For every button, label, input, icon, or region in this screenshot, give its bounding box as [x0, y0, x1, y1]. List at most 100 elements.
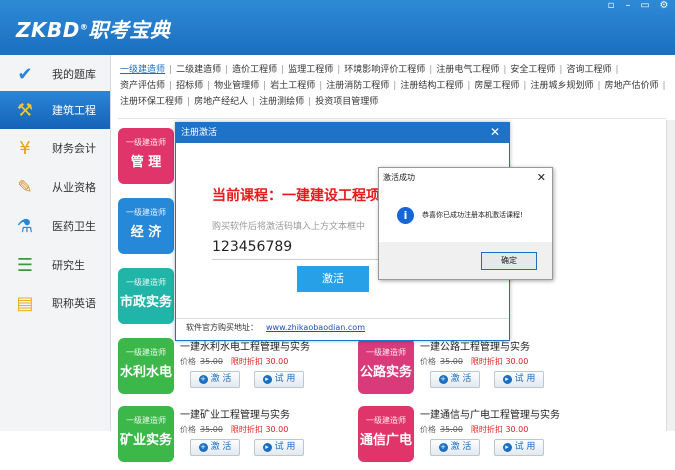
activate-card-button[interactable]: +激 活 — [430, 371, 480, 388]
course-card[interactable]: 一级建造师 通信广电 一建通信与广电工程管理与实务 价格 35.00 限时折扣 30.00… — [358, 406, 598, 470]
play-icon: ▸ — [502, 443, 512, 452]
activate-card-button[interactable]: +激 活 — [190, 439, 240, 456]
nav-separator: | — [559, 65, 563, 75]
course-card[interactable]: 一级建造师 公路实务 一建公路工程管理与实务 价格 35.00 限时折扣 30.00 + 激 … — [358, 338, 598, 402]
site-link[interactable]: www.zhikaobaodian.com — [266, 323, 365, 332]
scrollbar[interactable] — [666, 120, 675, 431]
course-card[interactable]: 一级建造师 矿业实务 一建矿业工程管理与实务 价格 35.00 限时折扣 30.00 + 激 … — [118, 406, 358, 470]
nav-separator: | — [615, 65, 619, 75]
sidebar-item-label: 研究生 — [52, 259, 85, 272]
settings-icon[interactable]: ⚙ — [654, 0, 674, 14]
dialog-footer: 软件官方购买地址： www.zhikaobaodian.com — [176, 318, 509, 341]
nav-separator: | — [467, 81, 471, 91]
activation-code-input[interactable]: 123456789 — [212, 235, 382, 260]
activate-card-button[interactable]: +激 活 — [190, 371, 240, 388]
old-price: 35.00 — [200, 357, 223, 366]
trial-button[interactable]: ▸试 用 — [254, 439, 304, 456]
trial-button[interactable]: ▸试 用 — [254, 371, 304, 388]
skin-icon[interactable]: ▫ — [603, 0, 619, 14]
nav-separator: | — [187, 97, 191, 107]
sidebar-item-medical[interactable]: ⚗ 医药卫生 — [0, 207, 110, 245]
site-label: 软件官方购买地址： — [186, 323, 258, 332]
discount-label: 限时折扣 — [470, 357, 503, 366]
nav-link[interactable]: 注册消防工程师 — [326, 81, 389, 91]
ok-button[interactable]: 确定 — [481, 252, 537, 270]
badge-subject: 管 理 — [130, 155, 162, 170]
app-logo: ZKBD®职考宝典 — [16, 18, 171, 42]
nav-separator: | — [169, 65, 173, 75]
price-label: 价格 — [180, 425, 196, 434]
notebook-icon: ▤ — [16, 292, 34, 314]
nav-link[interactable]: 注册测绘师 — [259, 97, 304, 107]
old-price: 35.00 — [440, 425, 463, 434]
sidebar-item-label: 从业资格 — [52, 181, 96, 194]
nav-separator: | — [308, 97, 312, 107]
nav-link[interactable]: 注册电气工程师 — [436, 65, 499, 75]
sidebar-item-graduate[interactable]: ☰ 研究生 — [0, 246, 110, 284]
sidebar-item-construction[interactable]: ⚒ 建筑工程 — [0, 91, 110, 129]
nav-link[interactable]: 房地产经纪人 — [194, 97, 248, 107]
activate-card-button[interactable]: +激 活 — [430, 439, 480, 456]
nav-link[interactable]: 注册城乡规划师 — [530, 81, 593, 91]
nav-separator: | — [337, 65, 341, 75]
sidebar-item-label: 医药卫生 — [52, 220, 96, 233]
button-label: 激 活 — [210, 442, 232, 452]
message-titlebar: 激活成功 ✕ — [379, 168, 552, 188]
nav-link[interactable]: 招标师 — [176, 81, 203, 91]
nav-link[interactable]: 造价工程师 — [232, 65, 277, 75]
course-badge: 一级建造师 公路实务 — [358, 338, 414, 394]
old-price: 35.00 — [440, 357, 463, 366]
course-title[interactable]: 一建矿业工程管理与实务 — [180, 406, 290, 421]
discount-label: 限时折扣 — [230, 357, 263, 366]
discount-label: 限时折扣 — [470, 425, 503, 434]
nav-link[interactable]: 物业管理师 — [214, 81, 259, 91]
maximize-button[interactable]: ▭ — [637, 0, 653, 14]
message-text: 恭喜你已成功注册本机激活课程! — [422, 211, 523, 219]
sidebar-item-label: 我的题库 — [52, 68, 96, 81]
discount-price: 30.00 — [505, 357, 529, 366]
nav-separator: | — [207, 81, 211, 91]
nav-link[interactable]: 房地产估价师 — [605, 81, 659, 91]
divider — [118, 118, 666, 119]
button-label: 激 活 — [450, 374, 472, 384]
badge-subject: 经 济 — [130, 225, 162, 240]
nav-link[interactable]: 一级建造师 — [120, 65, 165, 75]
close-icon[interactable]: ✕ — [487, 123, 503, 143]
nav-link[interactable]: 房屋工程师 — [474, 81, 519, 91]
nav-link[interactable]: 环境影响评价工程师 — [344, 65, 425, 75]
nav-separator: | — [429, 65, 433, 75]
badge-subject: 通信广电 — [359, 433, 412, 448]
trial-button[interactable]: ▸试 用 — [494, 371, 544, 388]
activate-button[interactable]: 激活 — [297, 266, 369, 292]
sidebar-item-accounting[interactable]: ¥ 财务会计 — [0, 129, 110, 167]
construction-icon: ⚒ — [16, 99, 34, 121]
close-icon[interactable]: ✕ — [537, 168, 546, 188]
play-icon: ▸ — [502, 375, 512, 384]
nav-link[interactable]: 资产评估师 — [120, 81, 165, 91]
trial-button[interactable]: ▸试 用 — [494, 439, 544, 456]
course-badge: 一级建造师经 济 — [118, 198, 174, 254]
nav-link[interactable]: 投资项目管理师 — [315, 97, 378, 107]
nav-link[interactable]: 安全工程师 — [510, 65, 555, 75]
nav-separator: | — [523, 81, 527, 91]
nav-link[interactable]: 监理工程师 — [288, 65, 333, 75]
course-price: 价格 35.00 限时折扣 30.00 — [180, 424, 288, 435]
sidebar-item-english[interactable]: ▤ 职称英语 — [0, 284, 110, 322]
nav-link[interactable]: 注册环保工程师 — [120, 97, 183, 107]
nav-separator: | — [662, 81, 666, 91]
nav-link[interactable]: 注册结构工程师 — [400, 81, 463, 91]
books-icon: ☰ — [16, 254, 34, 276]
nav-link[interactable]: 二级建造师 — [176, 65, 221, 75]
badge-category: 一级建造师 — [126, 278, 166, 287]
sidebar-item-qualification[interactable]: ✎ 从业资格 — [0, 168, 110, 206]
course-card[interactable]: 一级建造师 水利水电 一建水利水电工程管理与实务 价格 35.00 限时折扣 30.00 +… — [118, 338, 358, 402]
sidebar-item-my-bank[interactable]: ✔ 我的题库 — [0, 55, 110, 93]
message-title: 激活成功 — [383, 173, 415, 182]
nav-link[interactable]: 岩土工程师 — [270, 81, 315, 91]
course-badge: 一级建造师 通信广电 — [358, 406, 414, 462]
price-label: 价格 — [180, 357, 196, 366]
nav-separator: | — [393, 81, 397, 91]
nav-link[interactable]: 咨询工程师 — [566, 65, 611, 75]
minimize-button[interactable]: – — [620, 0, 636, 14]
course-title[interactable]: 一建通信与广电工程管理与实务 — [420, 406, 560, 421]
